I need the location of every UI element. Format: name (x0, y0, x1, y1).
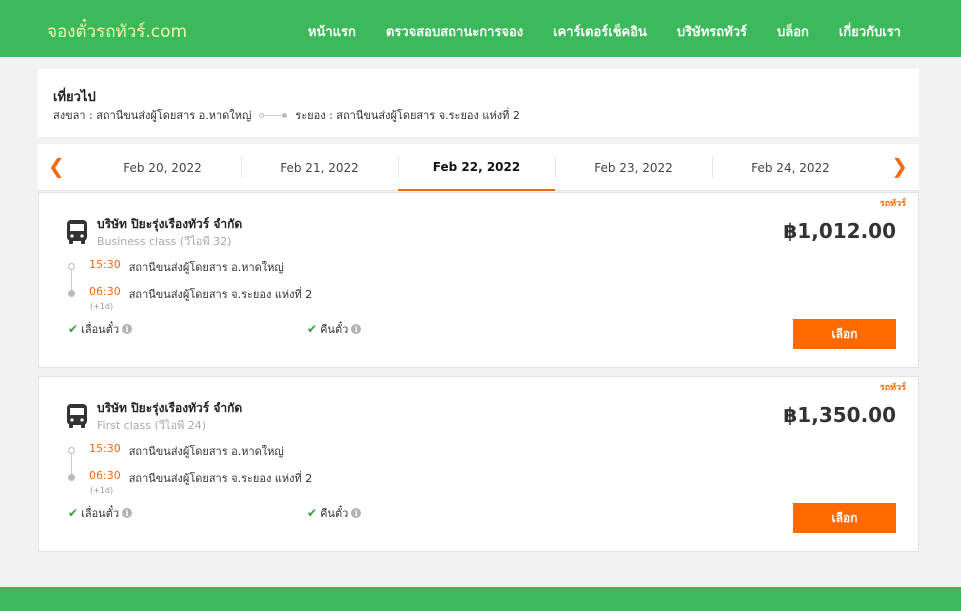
nav-home[interactable]: หน้าแรก (308, 21, 356, 42)
bus-class: First class (วีไอพี 24) (97, 419, 207, 432)
nav-blog[interactable]: บล็อก (777, 21, 809, 42)
nav-check-booking[interactable]: ตรวจสอบสถานะการจอง (386, 21, 523, 42)
nav-checkin-counter[interactable]: เคาร์เตอร์เช็คอิน (553, 21, 647, 42)
arrival-time: 06:30 (89, 469, 121, 482)
date-tab-selected[interactable]: Feb 22, 2022 (398, 144, 555, 191)
reschedule-policy: ✔ เลื่อนตั๋ว i (68, 504, 133, 522)
bus-icon (67, 404, 87, 428)
reschedule-label: เลื่อนตั๋ว (81, 507, 120, 520)
info-icon[interactable]: i (122, 508, 133, 518)
timeline-icon (68, 263, 75, 297)
route-origin: สงขลา : สถานีขนส่งผู้โดยสาร อ.หาดใหญ่ (53, 109, 252, 122)
trip-summary: เที่ยวไป สงขลา : สถานีขนส่งผู้โดยสาร อ.ห… (38, 69, 919, 137)
date-tab[interactable]: Feb 21, 2022 (241, 144, 398, 191)
route-destination: ระยอง : สถานีขนส่งผู้โดยสาร จ.ระยอง แห่ง… (295, 109, 520, 122)
departure-stop: 15:30 สถานีขนส่งผู้โดยสาร อ.หาดใหญ่ (89, 258, 284, 276)
date-tab[interactable]: Feb 23, 2022 (555, 144, 712, 191)
reschedule-policy: ✔ เลื่อนตั๋ว i (68, 320, 133, 338)
departure-place: สถานีขนส่งผู้โดยสาร อ.หาดใหญ่ (128, 261, 284, 274)
day-offset: (+1d) (90, 486, 114, 495)
refund-label: คืนตั๋ว (320, 323, 349, 336)
departure-stop: 15:30 สถานีขนส่งผู้โดยสาร อ.หาดใหญ่ (89, 442, 284, 460)
date-selector: ❮ Feb 20, 2022 Feb 21, 2022 Feb 22, 2022… (38, 144, 919, 191)
departure-time: 15:30 (89, 442, 121, 455)
reschedule-label: เลื่อนตั๋ว (81, 323, 120, 336)
vehicle-type-tag: รถทัวร์ (879, 199, 906, 209)
info-icon[interactable]: i (122, 324, 133, 334)
info-icon[interactable]: i (351, 508, 362, 518)
arrival-time: 06:30 (89, 285, 121, 298)
chevron-right-icon[interactable]: ❯ (891, 154, 908, 178)
refund-policy: ✔ คืนตั๋ว i (307, 504, 362, 522)
date-tab[interactable]: Feb 24, 2022 (712, 144, 869, 191)
arrival-stop: 06:30 สถานีขนส่งผู้โดยสาร จ.ระยอง แห่งที… (89, 469, 312, 487)
footer-bar (0, 587, 961, 611)
select-trip-button[interactable]: เลือก (793, 319, 896, 349)
trip-result-card: รถทัวร์ บริษัท ปิยะรุ่งเรืองทัวร์ จำกัด … (38, 376, 919, 552)
timeline-icon (68, 447, 75, 481)
top-navbar: จองตั๋วรถทัวร์.com หน้าแรก ตรวจสอบสถานะก… (0, 0, 961, 57)
chevron-left-icon[interactable]: ❮ (48, 154, 65, 178)
departure-time: 15:30 (89, 258, 121, 271)
check-icon: ✔ (68, 506, 79, 520)
route-connector-icon (259, 112, 288, 118)
day-offset: (+1d) (90, 302, 114, 311)
check-icon: ✔ (307, 506, 318, 520)
info-icon[interactable]: i (351, 324, 362, 334)
refund-policy: ✔ คืนตั๋ว i (307, 320, 362, 338)
site-logo[interactable]: จองตั๋วรถทัวร์.com (47, 18, 187, 45)
refund-label: คืนตั๋ว (320, 507, 349, 520)
select-trip-button[interactable]: เลือก (793, 503, 896, 533)
route-line: สงขลา : สถานีขนส่งผู้โดยสาร อ.หาดใหญ่ ระ… (53, 106, 520, 124)
arrival-stop: 06:30 สถานีขนส่งผู้โดยสาร จ.ระยอง แห่งที… (89, 285, 312, 303)
check-icon: ✔ (307, 322, 318, 336)
nav-bus-companies[interactable]: บริษัทรถทัวร์ (677, 21, 747, 42)
nav-about[interactable]: เกี่ยวกับเรา (839, 21, 901, 42)
arrival-place: สถานีขนส่งผู้โดยสาร จ.ระยอง แห่งที่ 2 (128, 288, 313, 301)
departure-place: สถานีขนส่งผู้โดยสาร อ.หาดใหญ่ (128, 445, 284, 458)
arrival-place: สถานีขนส่งผู้โดยสาร จ.ระยอง แห่งที่ 2 (128, 472, 313, 485)
bus-class: Business class (วีไอพี 32) (97, 235, 232, 248)
trip-direction-title: เที่ยวไป (53, 90, 96, 105)
bus-icon (67, 220, 87, 244)
date-tabs: Feb 20, 2022 Feb 21, 2022 Feb 22, 2022 F… (84, 144, 869, 191)
check-icon: ✔ (68, 322, 79, 336)
main-nav: หน้าแรก ตรวจสอบสถานะการจอง เคาร์เตอร์เช็… (308, 21, 901, 42)
ticket-price: ฿1,350.00 (783, 403, 896, 427)
date-tab[interactable]: Feb 20, 2022 (84, 144, 241, 191)
ticket-price: ฿1,012.00 (783, 219, 896, 243)
vehicle-type-tag: รถทัวร์ (879, 383, 906, 393)
trip-result-card: รถทัวร์ บริษัท ปิยะรุ่งเรืองทัวร์ จำกัด … (38, 192, 919, 368)
